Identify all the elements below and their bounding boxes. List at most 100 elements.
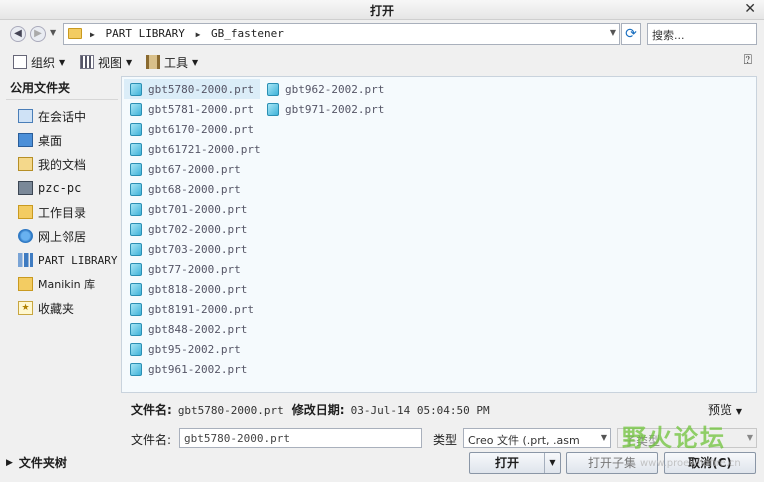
help-icon[interactable]: ⍰ (744, 52, 752, 68)
breadcrumb-part-library[interactable]: PART LIBRARY (105, 27, 184, 40)
part-file-icon (130, 102, 142, 116)
favorites-icon: ★ (18, 301, 33, 315)
file-name: gbt95-2002.prt (148, 342, 241, 356)
chevron-down-icon: ▼ (126, 57, 133, 67)
part-file-icon (130, 262, 142, 276)
sidebar-item-desktop[interactable]: 桌面 (6, 128, 118, 152)
search-input[interactable]: 搜索... (647, 23, 757, 45)
close-icon[interactable]: ✕ (744, 1, 756, 17)
forward-arrow-icon[interactable]: ▶ (30, 26, 46, 42)
file-name: gbt8191-2000.prt (148, 302, 254, 316)
file-item[interactable]: gbt703-2000.prt (124, 239, 247, 259)
file-name: gbt701-2000.prt (148, 202, 248, 216)
sidebar-item-manikin[interactable]: Manikin 库 (6, 272, 118, 296)
part-file-icon (130, 202, 142, 216)
sidebar-item-label: 在会话中 (38, 109, 87, 124)
file-item[interactable]: gbt77-2000.prt (124, 259, 241, 279)
folder-tree-label: 文件夹树 (18, 456, 67, 470)
history-dropdown-icon[interactable]: ▼ (50, 28, 56, 37)
sidebar-item-label: Manikin 库 (38, 278, 96, 291)
back-arrow-icon[interactable]: ◀ (10, 26, 26, 42)
open-label: 打开 (494, 456, 519, 470)
file-name: gbt848-2002.prt (148, 322, 248, 336)
breadcrumb-gb-fastener[interactable]: GB_fastener (211, 27, 284, 40)
sidebar-item-label: 网上邻居 (38, 229, 87, 244)
part-file-icon (130, 282, 142, 296)
file-item[interactable]: gbt971-2002.prt (261, 99, 384, 119)
filename-input[interactable]: gbt5780-2000.prt (179, 428, 422, 448)
view-icon (80, 55, 94, 69)
tools-button[interactable]: 工具 ▼ (146, 53, 198, 71)
chevron-down-icon: ▼ (600, 433, 607, 442)
file-item[interactable]: gbt61721-2000.prt (124, 139, 261, 159)
file-list[interactable]: gbt5780-2000.prt gbt5781-2000.prt gbt617… (121, 76, 757, 393)
working-directory-icon (18, 205, 33, 219)
file-item[interactable]: gbt848-2002.prt (124, 319, 247, 339)
sidebar-item-computer[interactable]: pzc-pc (6, 176, 118, 200)
open-dropdown-icon[interactable]: ▼ (544, 453, 560, 473)
sidebar-item-in-session[interactable]: 在会话中 (6, 104, 118, 128)
sidebar-item-my-documents[interactable]: 我的文档 (6, 152, 118, 176)
file-item[interactable]: gbt8191-2000.prt (124, 299, 254, 319)
network-icon (18, 229, 33, 243)
part-file-icon (267, 82, 279, 96)
folder-tree-toggle[interactable]: ▶ 文件夹树 (6, 454, 67, 471)
refresh-icon[interactable]: ⟳ (621, 23, 641, 45)
part-file-icon (130, 302, 142, 316)
file-item[interactable]: gbt702-2000.prt (124, 219, 247, 239)
file-name: gbt961-2002.prt (148, 362, 248, 376)
part-file-icon (130, 82, 142, 96)
file-name: gbt61721-2000.prt (148, 142, 261, 156)
file-item[interactable]: gbt95-2002.prt (124, 339, 241, 359)
file-item[interactable]: gbt701-2000.prt (124, 199, 247, 219)
file-type-value: Creo 文件 (.prt, .asm (468, 434, 580, 447)
details-modified-label: 修改日期: (291, 403, 345, 417)
sidebar-header: 公用文件夹 (6, 76, 118, 100)
open-button[interactable]: 打开 ▼ (469, 452, 561, 474)
file-item[interactable]: gbt67-2000.prt (124, 159, 241, 179)
view-button[interactable]: 视图 ▼ (80, 53, 132, 71)
filename-label: 文件名: (131, 433, 172, 447)
toolbar: 组织 ▼ 视图 ▼ 工具 ▼ (0, 50, 764, 74)
desktop-icon (18, 133, 33, 147)
file-item[interactable]: gbt818-2000.prt (124, 279, 247, 299)
file-name: gbt5781-2000.prt (148, 102, 254, 116)
file-name: gbt971-2002.prt (285, 102, 385, 116)
file-item[interactable]: gbt962-2002.prt (261, 79, 384, 99)
documents-icon (18, 157, 33, 171)
details-filename-value: gbt5780-2000.prt (177, 404, 284, 417)
sidebar-item-favorites[interactable]: ★ 收藏夹 (6, 296, 118, 320)
part-file-icon (130, 142, 142, 156)
breadcrumb-arrow-icon[interactable]: ▶ (196, 30, 201, 39)
sidebar-item-part-library[interactable]: PART LIBRARY (6, 248, 118, 272)
file-item[interactable]: gbt6170-2000.prt (124, 119, 254, 139)
sidebar-item-label: PART LIBRARY (38, 253, 118, 267)
tools-icon (146, 55, 160, 69)
sidebar-item-working-directory[interactable]: 工作目录 (6, 200, 118, 224)
file-type-select[interactable]: Creo 文件 (.prt, .asm ▼ (463, 428, 611, 448)
organize-button[interactable]: 组织 ▼ (13, 53, 65, 71)
address-dropdown-icon[interactable]: ▼ (610, 28, 616, 37)
part-file-icon (130, 222, 142, 236)
watermark-url: www.proewildfire.cn (640, 458, 741, 469)
file-item[interactable]: gbt961-2002.prt (124, 359, 247, 379)
sidebar-item-network[interactable]: 网上邻居 (6, 224, 118, 248)
file-name: gbt962-2002.prt (285, 82, 385, 96)
view-label: 视图 (98, 55, 123, 70)
file-item[interactable]: gbt5780-2000.prt (124, 79, 260, 99)
details-modified-value: 03-Jul-14 05:04:50 PM (350, 404, 490, 417)
manikin-folder-icon (18, 277, 33, 291)
part-file-icon (130, 322, 142, 336)
file-item[interactable]: gbt5781-2000.prt (124, 99, 254, 119)
chevron-down-icon: ▼ (746, 433, 753, 442)
file-item[interactable]: gbt68-2000.prt (124, 179, 241, 199)
details-filename-label: 文件名: (131, 403, 172, 417)
part-file-icon (130, 162, 142, 176)
session-icon (18, 109, 33, 123)
title-bar: 打开 ✕ (0, 0, 764, 20)
sidebar-item-label: 收藏夹 (38, 301, 75, 316)
breadcrumb-arrow-icon[interactable]: ▶ (90, 30, 95, 39)
address-bar[interactable]: ▶ PART LIBRARY ▶ GB_fastener ▼ (63, 23, 620, 45)
file-name: gbt703-2000.prt (148, 242, 248, 256)
preview-toggle[interactable]: 预览 ▼ (708, 401, 742, 418)
